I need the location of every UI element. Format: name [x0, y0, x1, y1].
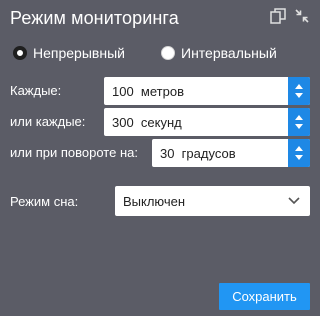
panel-title: Режим мониторинга	[10, 8, 179, 28]
angle-stepper	[288, 139, 310, 167]
chevron-down-icon	[288, 197, 300, 205]
monitoring-mode-panel: Режим мониторинга Непрерывный Интервальн…	[0, 0, 320, 316]
radio-indicator	[161, 46, 175, 60]
collapse-icon[interactable]	[294, 8, 310, 24]
angle-input[interactable]	[152, 140, 284, 166]
decrement-arrow-icon[interactable]	[295, 93, 303, 98]
interval-radio-label: Интервальный	[181, 45, 277, 61]
header-icons	[270, 8, 310, 24]
continuous-radio[interactable]: Непрерывный	[13, 45, 125, 61]
time-stepper	[288, 108, 310, 136]
time-field	[104, 108, 310, 136]
interval-radio[interactable]: Интервальный	[161, 45, 277, 61]
continuous-radio-label: Непрерывный	[33, 45, 125, 61]
angle-label: или при повороте на:	[10, 145, 138, 160]
sleep-mode-value: Выключен	[123, 193, 186, 209]
radio-selected-indicator	[13, 46, 27, 60]
mode-radio-group: Непрерывный Интервальный	[0, 45, 320, 65]
time-label: или каждые:	[10, 114, 86, 129]
sleep-mode-select[interactable]: Выключен	[115, 186, 310, 216]
sleep-mode-label: Режим сна:	[10, 194, 79, 209]
increment-arrow-icon[interactable]	[295, 84, 303, 89]
distance-input[interactable]	[104, 78, 284, 104]
increment-arrow-icon[interactable]	[295, 146, 303, 151]
decrement-arrow-icon[interactable]	[295, 124, 303, 129]
decrement-arrow-icon[interactable]	[295, 155, 303, 160]
save-button[interactable]: Сохранить	[219, 283, 310, 310]
time-input[interactable]	[104, 109, 284, 135]
distance-field	[104, 77, 310, 105]
copy-icon[interactable]	[270, 8, 286, 24]
angle-field	[152, 139, 310, 167]
distance-label: Каждые:	[10, 83, 62, 98]
distance-stepper	[288, 77, 310, 105]
increment-arrow-icon[interactable]	[295, 115, 303, 120]
